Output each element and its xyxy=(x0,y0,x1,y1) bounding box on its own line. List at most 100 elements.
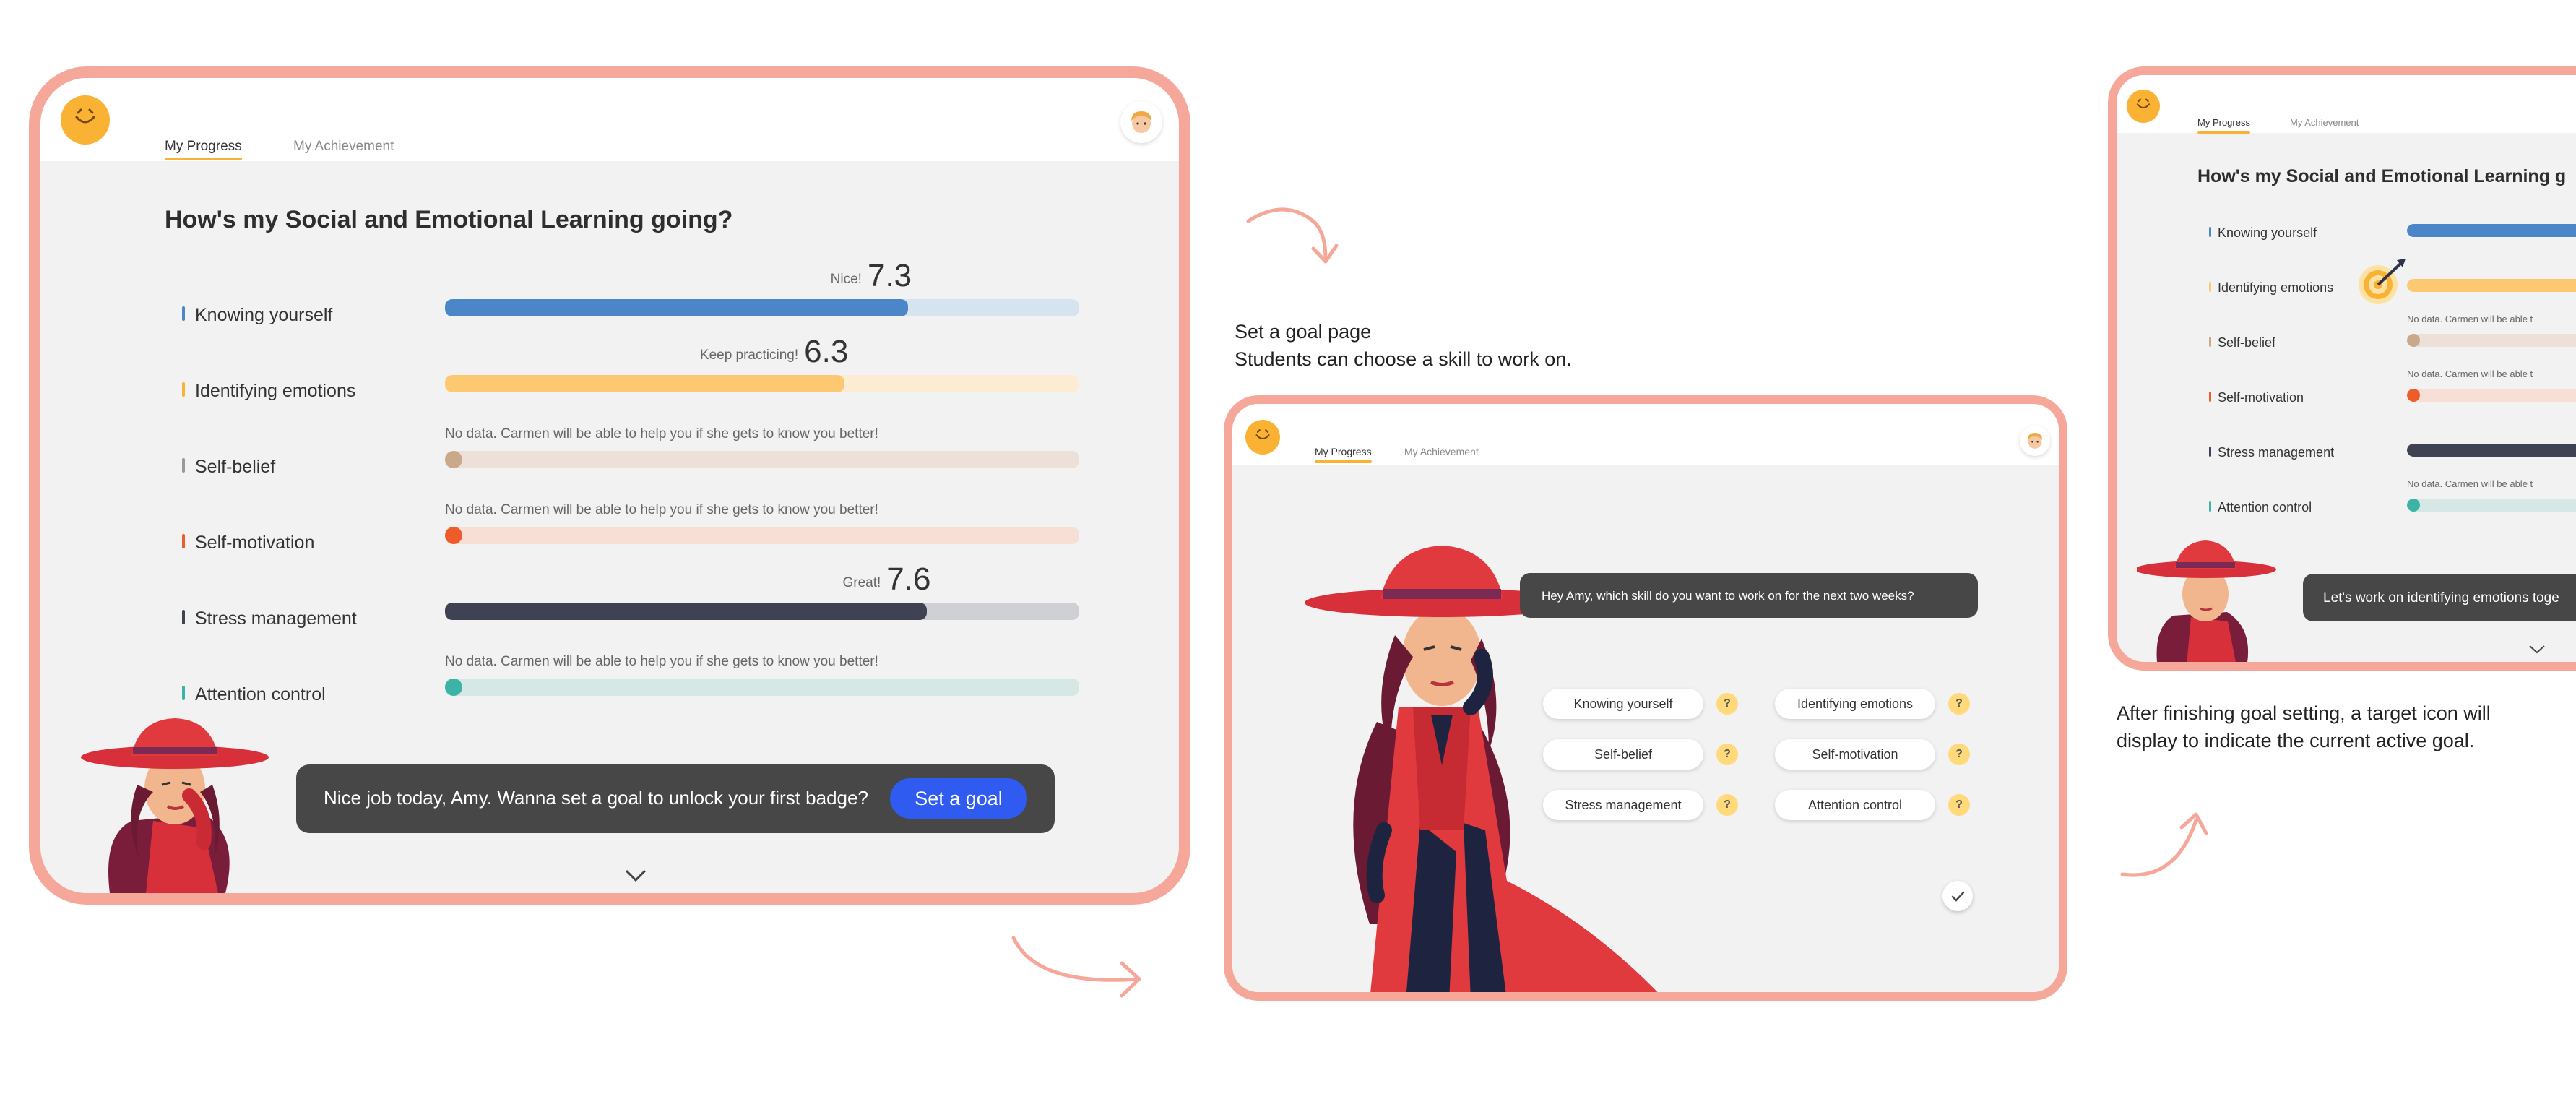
set-goal-button[interactable]: Set a goal xyxy=(890,778,1027,819)
help-icon[interactable]: ? xyxy=(1948,693,1970,715)
help-icon[interactable]: ? xyxy=(1948,794,1970,816)
no-data-message: No data. Carmen will be able to help you… xyxy=(445,502,878,517)
top-nav-bar: My Progress My Achievement xyxy=(1232,404,2059,465)
no-data-message: No data. Carmen will be able t xyxy=(2407,478,2533,489)
skill-bar-track xyxy=(2407,334,2576,347)
skill-marker xyxy=(182,610,185,624)
top-nav-bar: My Progress My Achievement xyxy=(40,78,1179,161)
skill-marker xyxy=(2209,501,2211,512)
skill-bar-track xyxy=(445,451,1079,468)
skill-label: Attention control xyxy=(2218,500,2312,514)
skill-label: Knowing yourself xyxy=(195,305,333,325)
skill-choice-chip[interactable]: Identifying emotions xyxy=(1775,689,1935,719)
skill-score: 6.3 xyxy=(804,334,849,369)
help-icon[interactable]: ? xyxy=(1716,693,1738,715)
carmen-character-illustration xyxy=(2137,540,2276,662)
skill-bar-empty-dot xyxy=(2407,334,2420,347)
skill-bar-fill xyxy=(445,603,928,620)
help-icon[interactable]: ? xyxy=(1948,744,1970,765)
skill-bar-track xyxy=(445,375,1079,392)
app-logo-icon[interactable] xyxy=(61,95,110,145)
skill-choice-chip[interactable]: Self-motivation xyxy=(1775,739,1935,770)
skill-bar-fill xyxy=(445,299,908,316)
skill-bar-empty-dot xyxy=(2407,499,2420,512)
skill-score-word: Great! xyxy=(842,575,881,590)
skill-label: Attention control xyxy=(195,684,326,705)
skill-choice-chip[interactable]: Stress management xyxy=(1543,790,1703,820)
bubble-text: Let's work on identifying emotions toge xyxy=(2323,590,2559,606)
skill-bar-track xyxy=(2407,444,2576,457)
skill-choice-chip[interactable]: Self-belief xyxy=(1543,739,1703,770)
skill-bar-empty-dot xyxy=(445,527,462,544)
page-title: How's my Social and Emotional Learning g… xyxy=(165,206,733,233)
skill-bar-track xyxy=(2407,279,2576,292)
skill-marker xyxy=(2209,282,2211,292)
skill-label: Stress management xyxy=(2218,445,2335,460)
top-nav-bar: My Progress My Achievement xyxy=(2117,75,2576,134)
skill-label: Identifying emotions xyxy=(195,381,356,401)
tab-my-achievement[interactable]: My Achievement xyxy=(1404,446,1479,457)
chevron-down-icon[interactable] xyxy=(2528,645,2546,655)
skill-bar-fill xyxy=(2407,444,2576,457)
skill-bar-empty-dot xyxy=(2407,389,2420,402)
tab-my-progress[interactable]: My Progress xyxy=(1315,446,1372,463)
no-data-message: No data. Carmen will be able to help you… xyxy=(445,426,878,441)
skill-bar-track xyxy=(2407,499,2576,512)
flow-arrow-up-icon xyxy=(2120,812,2208,877)
active-goal-screen-frame: My Progress My Achievement How's my Soci… xyxy=(2108,66,2576,671)
app-logo-icon[interactable] xyxy=(2127,90,2160,123)
help-icon[interactable]: ? xyxy=(1716,794,1738,816)
carmen-character-illustration xyxy=(81,718,269,893)
caption-body: Students can choose a skill to work on. xyxy=(1235,348,1572,370)
page-title: How's my Social and Emotional Learning g xyxy=(2197,166,2567,186)
bubble-text: Nice job today, Amy. Wanna set a goal to… xyxy=(324,787,868,809)
user-avatar[interactable] xyxy=(2020,426,2050,456)
skill-bar-empty-dot xyxy=(445,679,462,696)
check-icon xyxy=(1951,891,1965,902)
chevron-down-icon[interactable] xyxy=(624,869,647,883)
set-goal-caption: Set a goal page Students can choose a sk… xyxy=(1235,318,1668,373)
skill-marker xyxy=(182,306,185,321)
user-avatar[interactable] xyxy=(1120,101,1162,143)
tab-my-progress[interactable]: My Progress xyxy=(2197,117,2250,134)
skill-bar-empty-dot xyxy=(445,451,462,468)
skill-bar-track xyxy=(445,679,1079,696)
flow-arrow-top-icon xyxy=(1246,207,1339,264)
tab-my-progress[interactable]: My Progress xyxy=(165,139,242,160)
target-icon-caption: After finishing goal setting, a target i… xyxy=(2117,702,2491,751)
skill-marker xyxy=(182,534,185,548)
skill-label: Stress management xyxy=(195,608,357,629)
tab-my-achievement[interactable]: My Achievement xyxy=(2290,117,2359,128)
app-logo-icon[interactable] xyxy=(1245,420,1280,455)
skill-marker xyxy=(2209,447,2211,457)
set-goal-screen-frame: My Progress My Achievement Hey Amy, whic… xyxy=(1224,395,2067,1001)
skill-marker xyxy=(182,458,185,473)
skill-bar-track xyxy=(2407,389,2576,402)
flow-arrow-bottom-icon xyxy=(1011,936,1141,998)
skill-score-word: Keep practicing! xyxy=(699,348,799,363)
skill-score-word: Nice! xyxy=(830,272,862,287)
skill-label: Self-motivation xyxy=(195,533,315,553)
skill-choice-chip[interactable]: Attention control xyxy=(1775,790,1935,820)
skill-bar-fill xyxy=(445,375,845,392)
caption-title: Set a goal page xyxy=(1235,321,1372,343)
skill-bar-fill xyxy=(2407,279,2576,292)
no-data-message: No data. Carmen will be able t xyxy=(2407,369,2533,379)
question-text: Hey Amy, which skill do you want to work… xyxy=(1542,589,1914,603)
confirm-check-button[interactable] xyxy=(1942,881,1973,911)
carmen-question-bubble: Hey Amy, which skill do you want to work… xyxy=(1520,573,1978,618)
skill-score: 7.6 xyxy=(886,561,931,597)
skill-label: Knowing yourself xyxy=(2218,225,2317,240)
skill-label: Identifying emotions xyxy=(2218,280,2334,295)
tab-my-achievement[interactable]: My Achievement xyxy=(293,139,394,155)
carmen-speech-bubble: Nice job today, Amy. Wanna set a goal to… xyxy=(296,764,1055,833)
carmen-goal-bubble: Let's work on identifying emotions toge xyxy=(2303,574,2576,621)
skill-marker xyxy=(2209,392,2211,402)
skill-bar-track xyxy=(445,299,1079,316)
help-icon[interactable]: ? xyxy=(1716,744,1738,765)
skill-marker xyxy=(182,686,185,700)
skill-bar-track xyxy=(445,603,1079,620)
skill-bar-track xyxy=(445,527,1079,544)
skill-choice-chip[interactable]: Knowing yourself xyxy=(1543,689,1703,719)
no-data-message: No data. Carmen will be able to help you… xyxy=(445,654,878,669)
